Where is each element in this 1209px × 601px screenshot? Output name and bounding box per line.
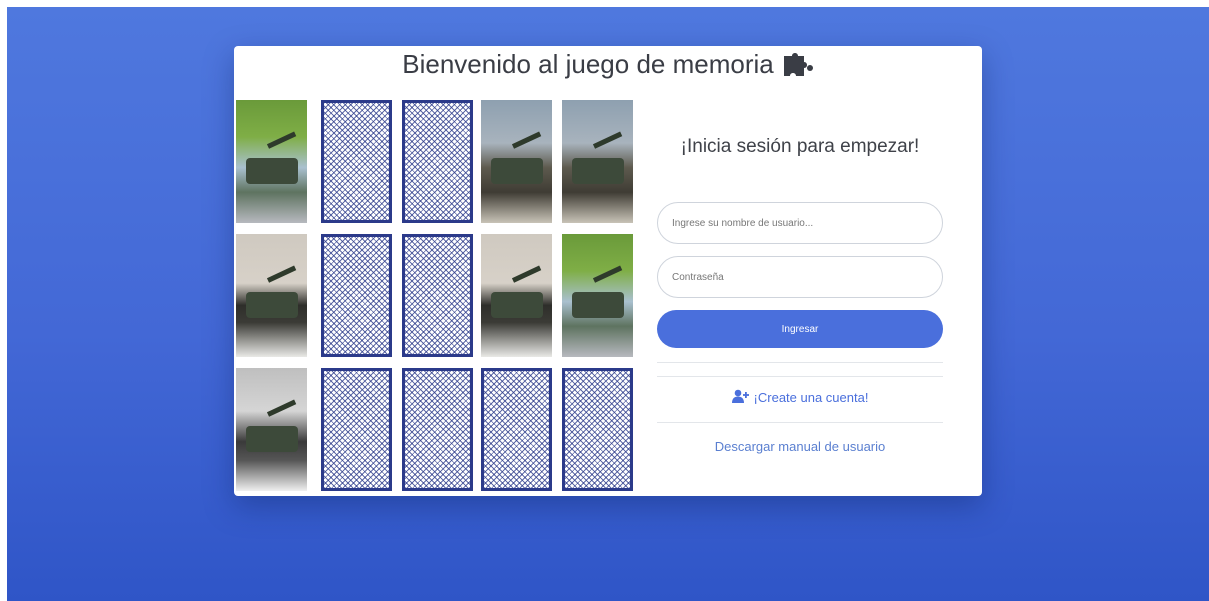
memory-card-face-up[interactable] bbox=[236, 368, 307, 491]
tank-photo bbox=[491, 158, 543, 184]
memory-card-face-up[interactable] bbox=[236, 100, 307, 223]
tank-photo bbox=[491, 292, 543, 318]
page-title-text: Bienvenido al juego de memoria bbox=[402, 48, 774, 79]
login-button[interactable]: Ingresar bbox=[657, 310, 943, 348]
tank-photo bbox=[572, 292, 624, 318]
username-input[interactable] bbox=[657, 202, 943, 244]
page-title: Bienvenido al juego de memoria bbox=[234, 46, 982, 82]
create-account-link[interactable]: ¡Create una cuenta! bbox=[657, 389, 943, 406]
tank-photo bbox=[246, 426, 298, 452]
memory-card-face-up[interactable] bbox=[562, 100, 633, 223]
memory-card-face-down[interactable] bbox=[481, 368, 552, 491]
memory-card-face-down[interactable] bbox=[321, 234, 392, 357]
divider-bottom bbox=[657, 422, 943, 423]
memory-card-face-up[interactable] bbox=[481, 234, 552, 357]
puzzle-piece-icon bbox=[782, 50, 814, 78]
divider-middle bbox=[657, 376, 943, 377]
memory-card-face-up[interactable] bbox=[562, 234, 633, 357]
download-manual-link[interactable]: Descargar manual de usuario bbox=[657, 439, 943, 454]
memory-card-face-up[interactable] bbox=[236, 234, 307, 357]
memory-card-face-down[interactable] bbox=[402, 368, 473, 491]
memory-card-face-down[interactable] bbox=[321, 100, 392, 223]
tank-photo bbox=[572, 158, 624, 184]
divider-top bbox=[657, 362, 943, 363]
create-account-label: ¡Create una cuenta! bbox=[753, 390, 869, 405]
tank-photo bbox=[246, 158, 298, 184]
memory-card-face-down[interactable] bbox=[562, 368, 633, 491]
main-panel: Bienvenido al juego de memoria ¡Inicia s… bbox=[234, 46, 982, 496]
password-input[interactable] bbox=[657, 256, 943, 298]
memory-card-face-down[interactable] bbox=[402, 100, 473, 223]
tank-photo bbox=[246, 292, 298, 318]
memory-card-face-up[interactable] bbox=[481, 100, 552, 223]
login-subtitle: ¡Inicia sesión para empezar! bbox=[680, 136, 920, 157]
user-plus-icon bbox=[731, 389, 750, 406]
memory-board bbox=[236, 100, 634, 496]
memory-card-face-down[interactable] bbox=[402, 234, 473, 357]
memory-card-face-down[interactable] bbox=[321, 368, 392, 491]
